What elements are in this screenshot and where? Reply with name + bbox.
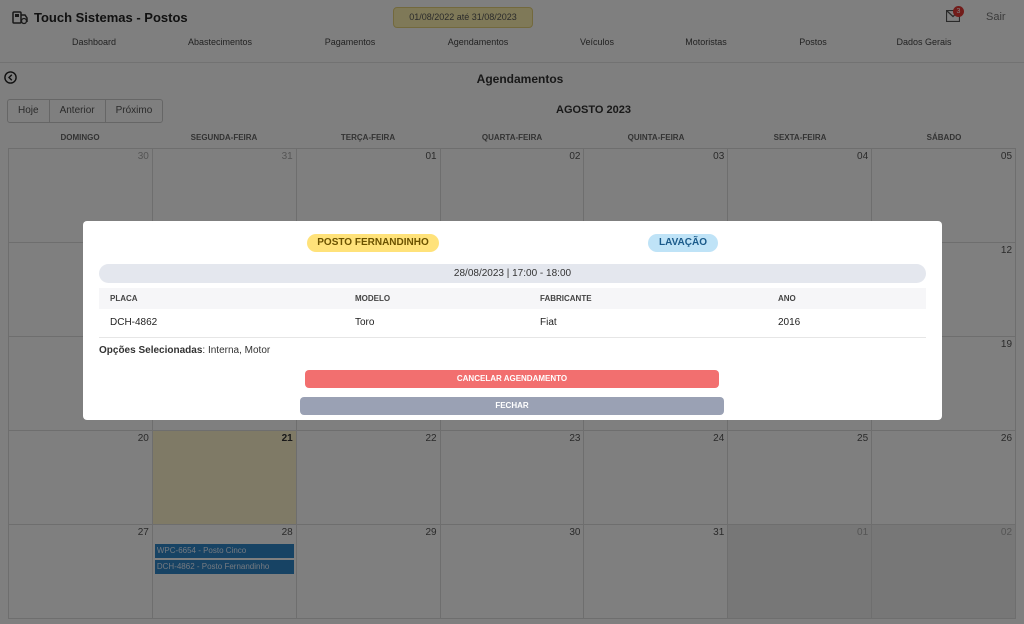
column-header-plate: PLACA: [110, 294, 138, 303]
column-header-maker: FABRICANTE: [540, 294, 592, 303]
cell-maker: Fiat: [540, 317, 557, 328]
selected-options-label: Opções Selecionadas: [99, 345, 203, 356]
service-badge: LAVAÇÃO: [648, 234, 718, 252]
appointment-datetime: 28/08/2023 | 17:00 - 18:00: [99, 264, 926, 283]
cell-year: 2016: [778, 317, 801, 328]
cell-model: Toro: [355, 317, 375, 328]
appointment-modal: POSTO FERNANDINHO LAVAÇÃO 28/08/2023 | 1…: [83, 221, 942, 420]
column-header-model: MODELO: [355, 294, 391, 303]
station-badge: POSTO FERNANDINHO: [307, 234, 439, 252]
selected-options-value: Interna, Motor: [207, 345, 271, 356]
vehicle-table: PLACA MODELO FABRICANTE ANO DCH-4862 Tor…: [99, 288, 926, 338]
table-header: PLACA MODELO FABRICANTE ANO: [99, 288, 926, 309]
table-row: DCH-4862 Toro Fiat 2016: [99, 309, 926, 338]
column-header-year: ANO: [778, 294, 796, 303]
close-button[interactable]: FECHAR: [300, 397, 724, 415]
cancel-appointment-button[interactable]: CANCELAR AGENDAMENTO: [305, 370, 719, 388]
cell-plate: DCH-4862: [110, 317, 158, 328]
selected-options: Opções Selecionadas: Interna, Motor: [99, 345, 271, 356]
